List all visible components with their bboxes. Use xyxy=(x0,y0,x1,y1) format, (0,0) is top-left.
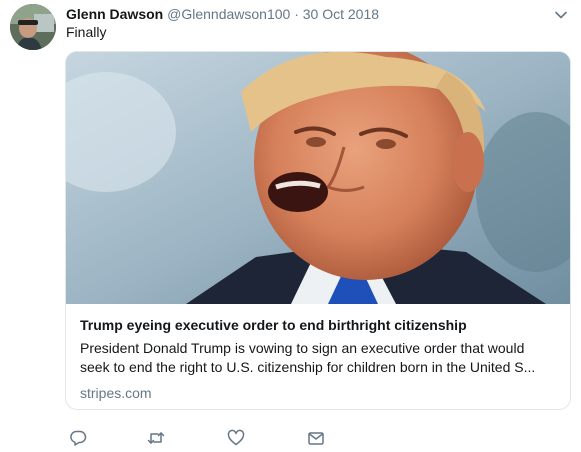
author-name[interactable]: Glenn Dawson xyxy=(66,6,163,22)
tweet-text: Finally xyxy=(66,24,107,40)
heart-icon[interactable] xyxy=(226,428,246,448)
link-card[interactable]: Trump eyeing executive order to end birt… xyxy=(65,51,571,410)
card-body: Trump eyeing executive order to end birt… xyxy=(80,316,556,402)
retweet-icon[interactable] xyxy=(146,428,166,448)
tweet: Glenn Dawson @Glenndawson100 · 30 Oct 20… xyxy=(0,0,581,452)
author-handle[interactable]: @Glenndawson100 xyxy=(167,6,290,22)
tweet-header: Glenn Dawson @Glenndawson100 · 30 Oct 20… xyxy=(66,5,379,23)
reply-icon[interactable] xyxy=(68,428,88,448)
chevron-down-icon[interactable] xyxy=(552,6,570,24)
header-separator: · xyxy=(294,6,299,22)
card-domain: stripes.com xyxy=(80,385,152,401)
card-title[interactable]: Trump eyeing executive order to end birt… xyxy=(80,316,556,334)
tweet-actions xyxy=(68,428,368,448)
card-image xyxy=(66,52,570,304)
envelope-icon[interactable] xyxy=(306,428,326,448)
card-description: President Donald Trump is vowing to sign… xyxy=(80,340,536,375)
avatar[interactable] xyxy=(10,4,56,50)
avatar-image xyxy=(10,4,56,50)
tweet-date[interactable]: 30 Oct 2018 xyxy=(303,6,379,22)
